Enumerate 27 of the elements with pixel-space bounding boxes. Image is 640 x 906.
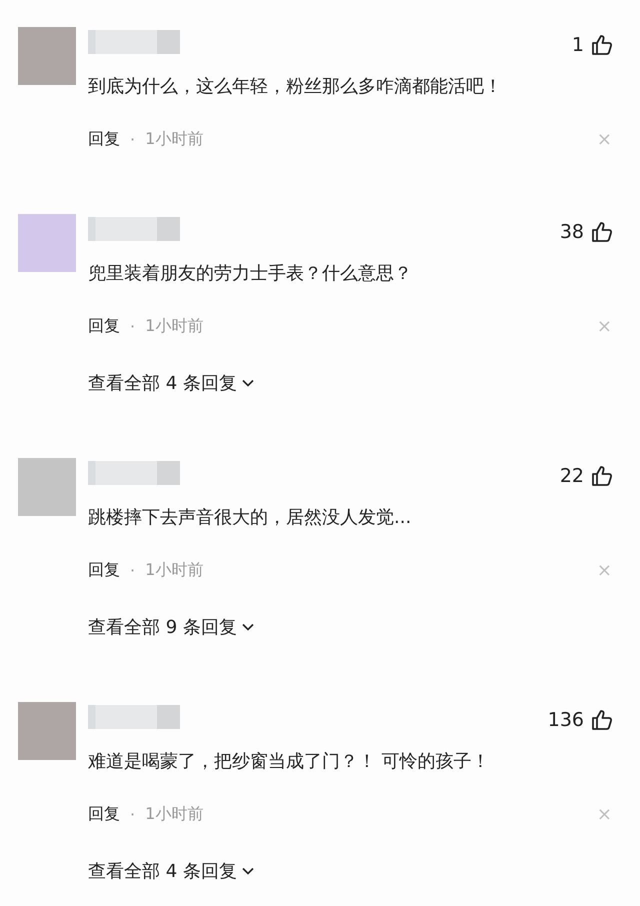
- thumbs-up-icon[interactable]: [590, 220, 614, 244]
- comment-text: 难道是喝蒙了，把纱窗当成了门？！ 可怜的孩子！: [88, 750, 491, 774]
- like-count: 38: [560, 221, 584, 243]
- thumbs-up-icon[interactable]: [590, 708, 614, 732]
- reply-link[interactable]: 回复: [88, 804, 120, 824]
- reply-link[interactable]: 回复: [88, 128, 120, 150]
- like-count: 22: [560, 465, 584, 487]
- like-count: 136: [548, 709, 584, 731]
- reply-link[interactable]: 回复: [88, 560, 120, 580]
- separator-dot: ·: [130, 130, 136, 148]
- view-replies-link[interactable]: 查看全部 4 条回复: [88, 370, 255, 396]
- separator-dot: ·: [130, 804, 136, 824]
- timestamp: 1小时前: [145, 560, 204, 580]
- like-count: 1: [572, 34, 584, 56]
- thumbs-up-icon[interactable]: [590, 33, 614, 57]
- separator-dot: ·: [130, 560, 136, 580]
- reply-link[interactable]: 回复: [88, 316, 120, 336]
- comment-text: 兜里装着朋友的劳力士手表？什么意思？: [88, 262, 413, 286]
- separator-dot: ·: [130, 316, 136, 336]
- comment-text: 跳楼摔下去声音很大的，居然没人发觉...: [88, 506, 412, 530]
- timestamp: 1小时前: [145, 128, 204, 150]
- view-replies-link[interactable]: 查看全部 4 条回复: [88, 858, 255, 884]
- view-replies-link[interactable]: 查看全部 9 条回复: [88, 614, 255, 640]
- thumbs-up-icon[interactable]: [590, 464, 614, 488]
- comment-text: 到底为什么，这么年轻，粉丝那么多咋滴都能活吧！: [88, 75, 503, 99]
- timestamp: 1小时前: [145, 316, 204, 336]
- timestamp: 1小时前: [145, 804, 204, 824]
